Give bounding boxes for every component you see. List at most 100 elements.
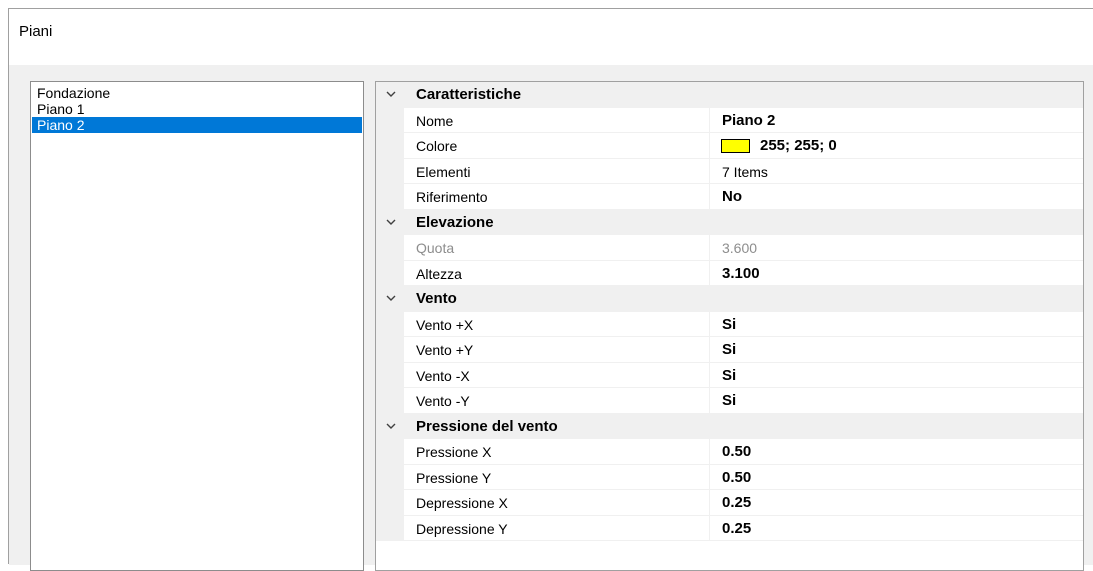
category-label: Pressione del vento bbox=[416, 417, 558, 435]
category-row[interactable]: Vento bbox=[376, 286, 1083, 312]
category-label: Vento bbox=[416, 290, 457, 307]
row-gutter bbox=[376, 388, 404, 414]
category-label: Elevazione bbox=[416, 213, 494, 231]
property-row[interactable]: Nome Piano 2 bbox=[376, 107, 1083, 133]
category-row[interactable]: Caratteristiche bbox=[376, 82, 1083, 108]
property-name: Altezza bbox=[416, 265, 462, 282]
property-name-cell[interactable]: Altezza bbox=[404, 260, 710, 286]
property-row[interactable]: Pressione X 0.50 bbox=[376, 439, 1083, 465]
property-value-cell[interactable]: 3.600 bbox=[710, 235, 1083, 261]
property-row[interactable]: Altezza 3.100 bbox=[376, 260, 1083, 286]
property-name: Depressione X bbox=[416, 495, 508, 511]
category-row[interactable]: Pressione del vento bbox=[376, 413, 1083, 439]
chevron-down-icon[interactable] bbox=[385, 419, 397, 433]
row-gutter bbox=[376, 515, 404, 541]
property-name: Vento +Y bbox=[416, 342, 474, 358]
property-name-cell[interactable]: Vento +Y bbox=[404, 337, 710, 363]
property-row[interactable]: Elementi 7 Items bbox=[376, 158, 1083, 184]
property-value-cell[interactable]: Si bbox=[710, 312, 1083, 337]
property-value: 0.50 bbox=[722, 443, 752, 460]
property-value: Si bbox=[722, 392, 737, 409]
dialog-window: Piani Fondazione Piano 1 Piano 2 Caratteri… bbox=[8, 8, 1093, 571]
row-gutter bbox=[376, 311, 404, 337]
property-value: No bbox=[722, 188, 742, 205]
row-gutter bbox=[376, 490, 404, 516]
property-name: Quota bbox=[416, 240, 455, 256]
property-row[interactable]: Depressione Y 0.25 bbox=[376, 515, 1083, 541]
row-gutter bbox=[376, 337, 404, 363]
property-name-cell[interactable]: Nome bbox=[404, 107, 710, 133]
property-name: Vento -Y bbox=[416, 393, 470, 409]
property-value-cell[interactable]: 0.25 bbox=[710, 516, 1083, 541]
property-row[interactable]: Quota 3.600 bbox=[376, 235, 1083, 261]
title-bar: Piani bbox=[9, 9, 1093, 59]
property-value: Si bbox=[722, 315, 737, 333]
row-gutter bbox=[376, 439, 404, 465]
chevron-down-icon[interactable] bbox=[385, 87, 397, 101]
property-name: Riferimento bbox=[416, 189, 488, 205]
property-name: Colore bbox=[416, 138, 458, 154]
dialog-client-area: Fondazione Piano 1 Piano 2 Caratteristiche… bbox=[9, 65, 1093, 571]
property-name-cell[interactable]: Vento -Y bbox=[404, 388, 710, 414]
property-value: 0.50 bbox=[722, 468, 752, 486]
property-value: Si bbox=[722, 341, 737, 358]
property-row[interactable]: Vento -X Si bbox=[376, 362, 1083, 388]
property-value: 3.600 bbox=[722, 240, 758, 256]
row-gutter bbox=[376, 158, 404, 184]
list-item[interactable]: Piano 1 bbox=[32, 101, 362, 117]
property-value-cell[interactable]: 0.50 bbox=[710, 439, 1083, 465]
property-value-cell[interactable]: Piano 2 bbox=[710, 108, 1083, 133]
property-name: Vento -X bbox=[416, 367, 470, 384]
property-value-cell[interactable]: Si bbox=[710, 388, 1083, 414]
property-row[interactable]: Vento -Y Si bbox=[376, 388, 1083, 414]
property-row[interactable]: Vento +X Si bbox=[376, 311, 1083, 337]
property-value-cell[interactable]: 3.100 bbox=[710, 261, 1083, 286]
list-item[interactable]: Fondazione bbox=[32, 85, 362, 101]
property-grid[interactable]: Caratteristiche Nome Piano 2 Colore 255; 255… bbox=[375, 81, 1084, 571]
property-name-cell[interactable]: Pressione Y bbox=[404, 464, 710, 490]
property-value: 255; 255; 0 bbox=[760, 137, 837, 154]
property-name-cell[interactable]: Elementi bbox=[404, 158, 710, 184]
property-row[interactable]: Pressione Y 0.50 bbox=[376, 464, 1083, 490]
chevron-down-icon[interactable] bbox=[385, 291, 397, 305]
property-name-cell[interactable]: Quota bbox=[404, 235, 710, 261]
property-name-cell[interactable]: Pressione X bbox=[404, 439, 710, 465]
category-row[interactable]: Elevazione bbox=[376, 209, 1083, 235]
property-row[interactable]: Riferimento No bbox=[376, 184, 1083, 210]
property-value: Piano 2 bbox=[722, 111, 776, 129]
property-row[interactable]: Colore 255; 255; 0 bbox=[376, 133, 1083, 159]
property-value-cell[interactable]: 0.25 bbox=[710, 490, 1083, 516]
property-value-cell[interactable]: 0.50 bbox=[710, 465, 1083, 490]
property-name-cell[interactable]: Depressione X bbox=[404, 490, 710, 516]
property-name-cell[interactable]: Vento +X bbox=[404, 311, 710, 337]
property-value-cell[interactable]: Si bbox=[710, 363, 1083, 388]
property-row[interactable]: Depressione X 0.25 bbox=[376, 490, 1083, 516]
category-label: Caratteristiche bbox=[416, 86, 522, 103]
property-value-cell[interactable]: Si bbox=[710, 337, 1083, 363]
property-name: Elementi bbox=[416, 163, 471, 180]
property-value: 7 Items bbox=[722, 163, 768, 180]
list-item[interactable]: Piano 2 bbox=[32, 117, 362, 133]
row-gutter bbox=[376, 235, 404, 261]
row-gutter bbox=[376, 464, 404, 490]
property-name-cell[interactable]: Colore bbox=[404, 133, 710, 159]
property-value-cell[interactable]: 7 Items bbox=[710, 159, 1083, 184]
property-value-cell[interactable]: 255; 255; 0 bbox=[710, 133, 1083, 159]
window-title: Piani bbox=[19, 23, 53, 40]
property-value-cell[interactable]: No bbox=[710, 184, 1083, 210]
property-name: Pressione Y bbox=[416, 469, 492, 486]
property-value: 3.100 bbox=[722, 264, 760, 282]
property-value: Si bbox=[722, 366, 737, 384]
chevron-down-icon[interactable] bbox=[385, 215, 397, 229]
property-value: 0.25 bbox=[722, 494, 752, 511]
row-gutter bbox=[376, 260, 404, 286]
row-gutter bbox=[376, 184, 404, 210]
row-gutter bbox=[376, 133, 404, 159]
property-name-cell[interactable]: Vento -X bbox=[404, 362, 710, 388]
row-gutter bbox=[376, 362, 404, 388]
property-row[interactable]: Vento +Y Si bbox=[376, 337, 1083, 363]
property-name-cell[interactable]: Depressione Y bbox=[404, 515, 710, 541]
property-name-cell[interactable]: Riferimento bbox=[404, 184, 710, 210]
property-name: Depressione Y bbox=[416, 520, 508, 537]
floor-list[interactable]: Fondazione Piano 1 Piano 2 bbox=[30, 81, 364, 571]
